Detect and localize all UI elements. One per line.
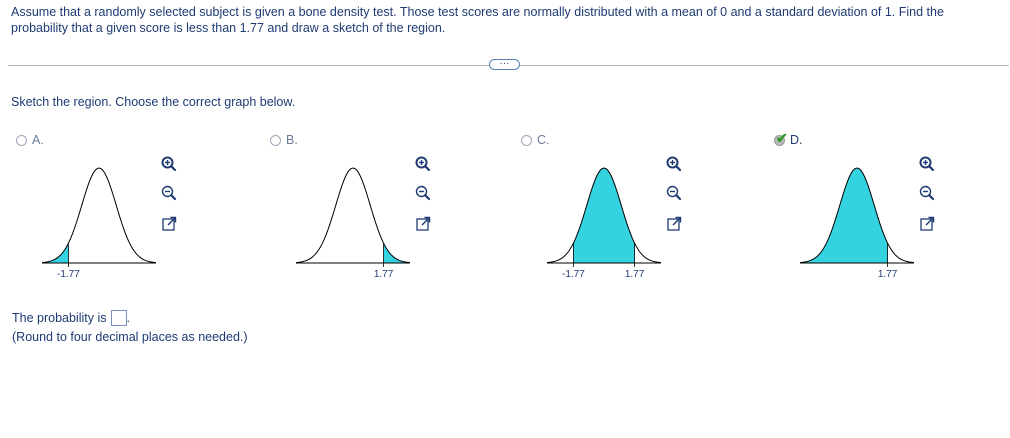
- zoom-out-icon[interactable]: [159, 183, 179, 203]
- tick-label: 1.77: [374, 269, 394, 280]
- shaded-region: [383, 243, 410, 263]
- more-button[interactable]: ···: [489, 59, 520, 70]
- answer-prefix: The probability is: [12, 311, 107, 325]
- option-a-radio[interactable]: [16, 134, 27, 146]
- shaded-region: [573, 168, 635, 263]
- zoom-in-icon[interactable]: [664, 154, 684, 174]
- probability-input[interactable]: [110, 310, 127, 326]
- zoom-in-icon[interactable]: [413, 154, 433, 174]
- option-b[interactable]: 1.77 B.: [270, 132, 510, 282]
- shaded-region: [800, 168, 888, 263]
- option-header: B.: [270, 132, 298, 148]
- option-a[interactable]: -1.77 A.: [16, 132, 256, 282]
- tick-label: -1.77: [562, 269, 585, 280]
- normal-curve: [41, 167, 157, 264]
- tick-label: 1.77: [625, 269, 645, 280]
- pop-out-icon[interactable]: [413, 214, 433, 234]
- answer-line: The probability is .: [12, 310, 130, 326]
- zoom-out-icon[interactable]: [413, 183, 433, 203]
- answer-suffix: .: [126, 311, 130, 325]
- option-header: ✔ D.: [774, 131, 803, 148]
- option-b-radio[interactable]: [270, 134, 281, 146]
- option-header: A.: [16, 132, 44, 148]
- option-d-radio[interactable]: ✔: [774, 131, 788, 146]
- zoom-out-icon[interactable]: [917, 183, 937, 203]
- option-c-radio[interactable]: [521, 134, 532, 146]
- normal-curve: [295, 167, 411, 264]
- instruction-text: Sketch the region. Choose the correct gr…: [11, 95, 296, 109]
- shaded-region: [42, 243, 69, 263]
- tick-label: -1.77: [57, 269, 80, 280]
- question-text: Assume that a randomly selected subject …: [11, 5, 944, 35]
- pop-out-icon[interactable]: [159, 214, 179, 234]
- option-letter: D.: [790, 133, 803, 147]
- zoom-in-icon[interactable]: [917, 154, 937, 174]
- option-letter: C.: [537, 133, 550, 147]
- zoom-out-icon[interactable]: [664, 183, 684, 203]
- zoom-in-icon[interactable]: [159, 154, 179, 174]
- checkmark-icon: ✔: [776, 129, 788, 146]
- option-header: C.: [521, 132, 550, 148]
- option-letter: A.: [32, 133, 44, 147]
- pop-out-icon[interactable]: [664, 214, 684, 234]
- rounding-note: (Round to four decimal places as needed.…: [12, 330, 248, 344]
- option-d[interactable]: 1.77 ✔ D.: [774, 131, 1010, 282]
- pop-out-icon[interactable]: [917, 214, 937, 234]
- option-letter: B.: [286, 133, 298, 147]
- option-c[interactable]: -1.77 1.77 C.: [521, 132, 761, 282]
- tick-label: 1.77: [878, 269, 898, 280]
